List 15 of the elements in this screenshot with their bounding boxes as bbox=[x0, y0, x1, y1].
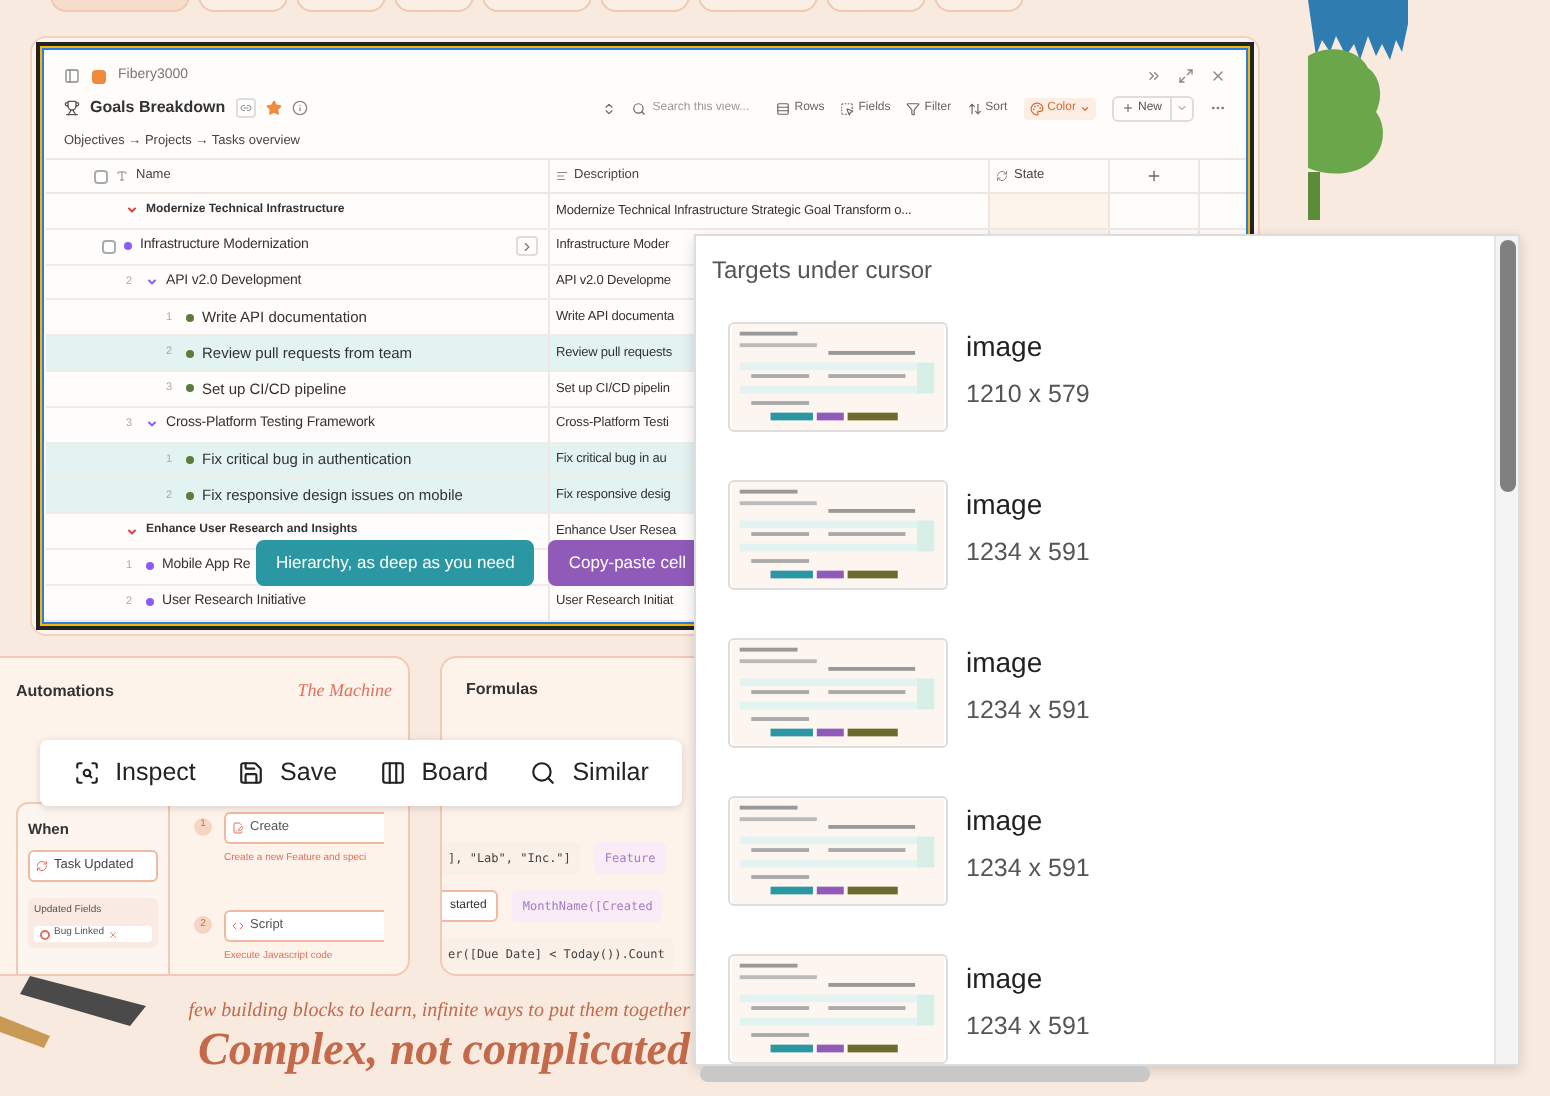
target-size: 1234 x 591 bbox=[966, 694, 1090, 728]
card-title: Formulas bbox=[466, 678, 541, 702]
target-label: image bbox=[966, 804, 1045, 838]
target-size: 1234 x 591 bbox=[966, 536, 1090, 570]
target-size: 1234 x 591 bbox=[966, 1010, 1090, 1044]
target-label: image bbox=[966, 646, 1045, 680]
tagline: few building blocks to learn, infinite ways to put them together bbox=[188, 1000, 690, 1024]
feature-callout: Hierarchy, as deep as you need bbox=[256, 540, 535, 586]
view-title: Goals Breakdown bbox=[90, 96, 226, 120]
target-size: 1234 x 591 bbox=[966, 852, 1090, 886]
target-size: 1210 x 579 bbox=[966, 378, 1090, 412]
card-title: Automations bbox=[16, 679, 114, 704]
headline: Complex, not complicated bbox=[198, 1024, 690, 1076]
card-tagline: The Machine bbox=[297, 678, 392, 704]
target-label: image bbox=[966, 962, 1045, 996]
